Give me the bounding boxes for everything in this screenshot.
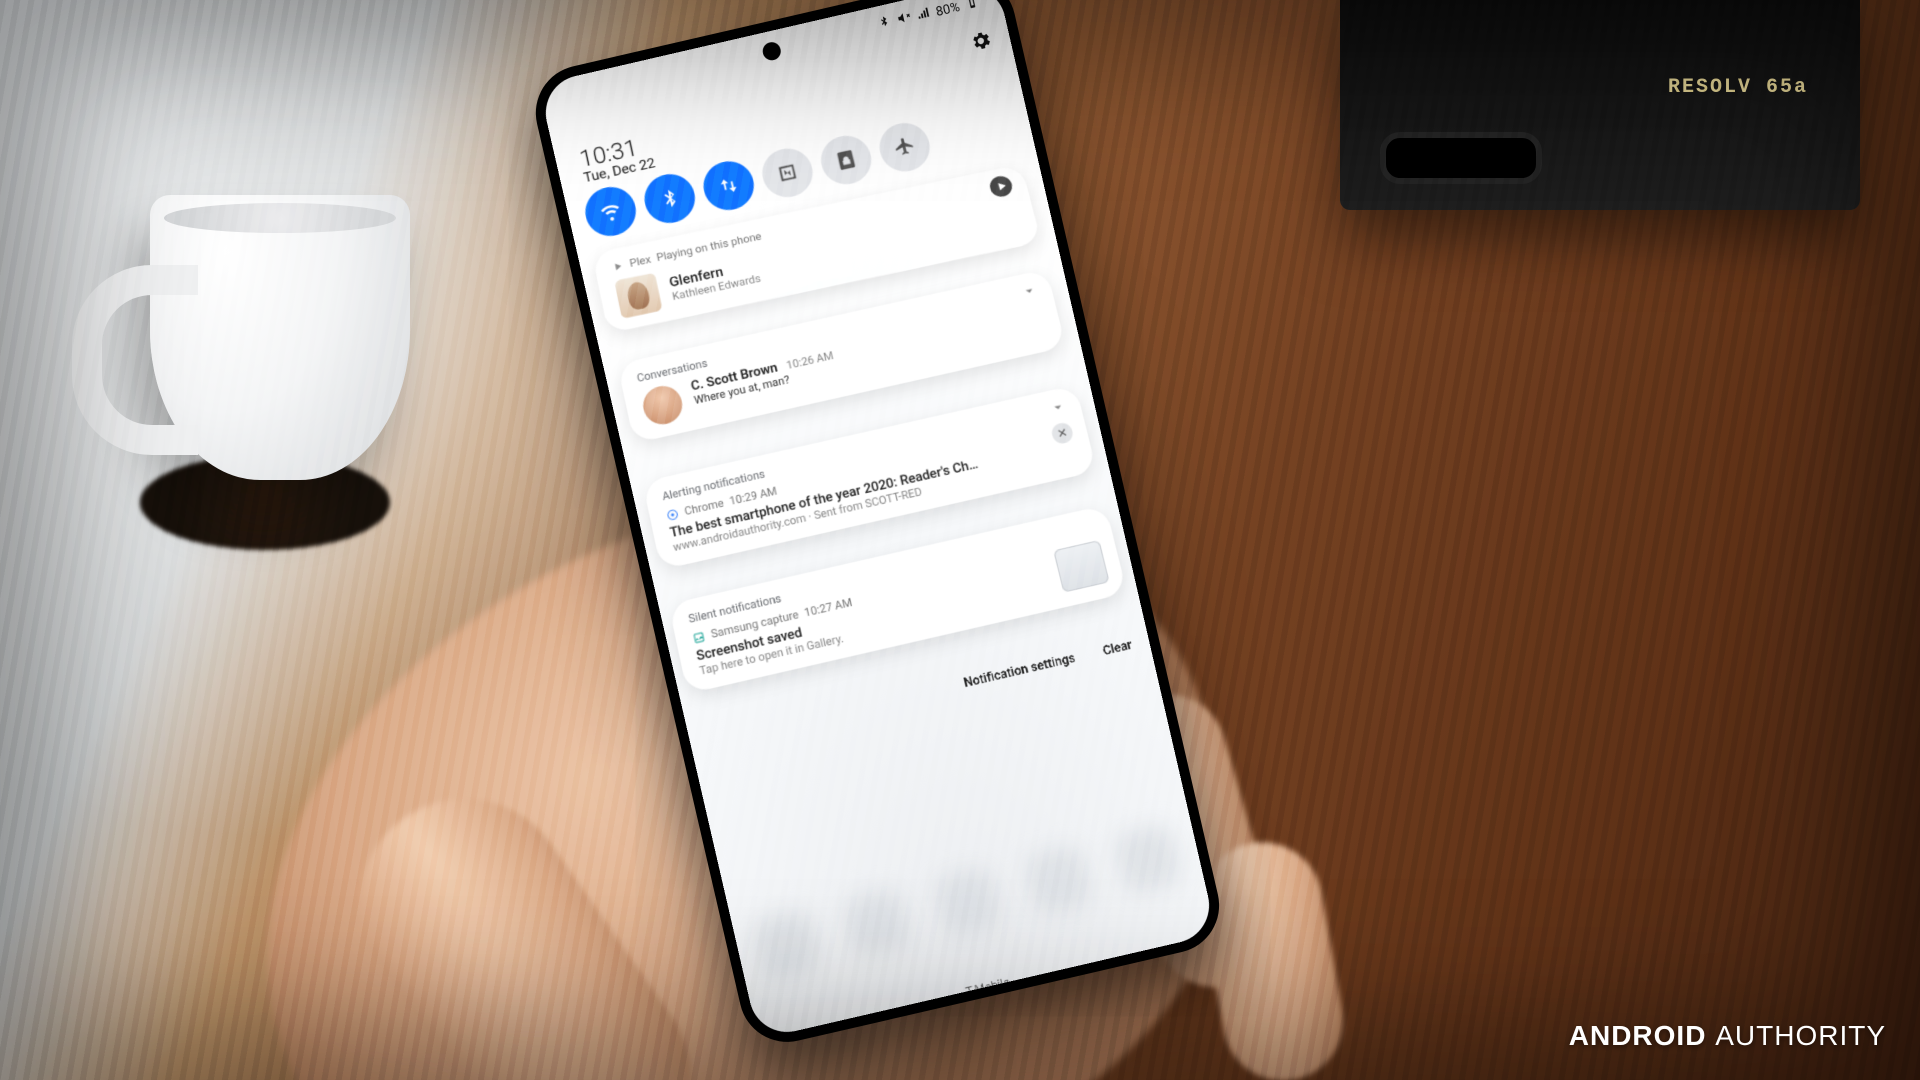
- qs-bluetooth[interactable]: [640, 170, 700, 228]
- watermark: ANDROID AUTHORITY: [1569, 1022, 1886, 1050]
- media-app-label: Plex: [631, 257, 654, 274]
- mute-icon: [895, 9, 913, 30]
- qs-nfc[interactable]: [758, 144, 818, 202]
- play-button[interactable]: [987, 175, 1014, 201]
- notification-settings-button[interactable]: Notification settings: [962, 650, 1076, 690]
- speaker-badge: RESOLV 65a: [1668, 78, 1808, 98]
- photo-scene: RESOLV 65a: [0, 0, 1920, 1080]
- qs-secure-folder[interactable]: [816, 131, 876, 189]
- signal-icon: [915, 5, 933, 26]
- clock-time: 10:31: [577, 131, 654, 173]
- bluetooth-icon: [876, 14, 894, 35]
- chrome-icon: [665, 507, 680, 522]
- date-time: 10:31 Tue, Dec 22: [577, 131, 657, 186]
- shade-footer: Notification settings Clear: [678, 631, 1159, 756]
- avatar: [640, 382, 686, 428]
- watermark-bold: ANDROID: [1569, 1020, 1707, 1051]
- clear-button[interactable]: Clear: [1101, 637, 1133, 658]
- battery-icon: [963, 0, 981, 14]
- speaker-port: [1380, 132, 1542, 184]
- speaker-prop: RESOLV 65a: [1340, 0, 1860, 210]
- battery-label: 80%: [934, 0, 961, 20]
- qs-wifi[interactable]: [581, 182, 641, 240]
- album-art: [617, 277, 665, 324]
- gallery-icon: [691, 630, 706, 645]
- silent-time: 10:27 AM: [803, 596, 853, 620]
- watermark-light: AUTHORITY: [1715, 1020, 1886, 1051]
- qs-airplane[interactable]: [875, 118, 935, 176]
- qs-mobile-data[interactable]: [699, 157, 759, 215]
- mug-prop: [150, 195, 410, 480]
